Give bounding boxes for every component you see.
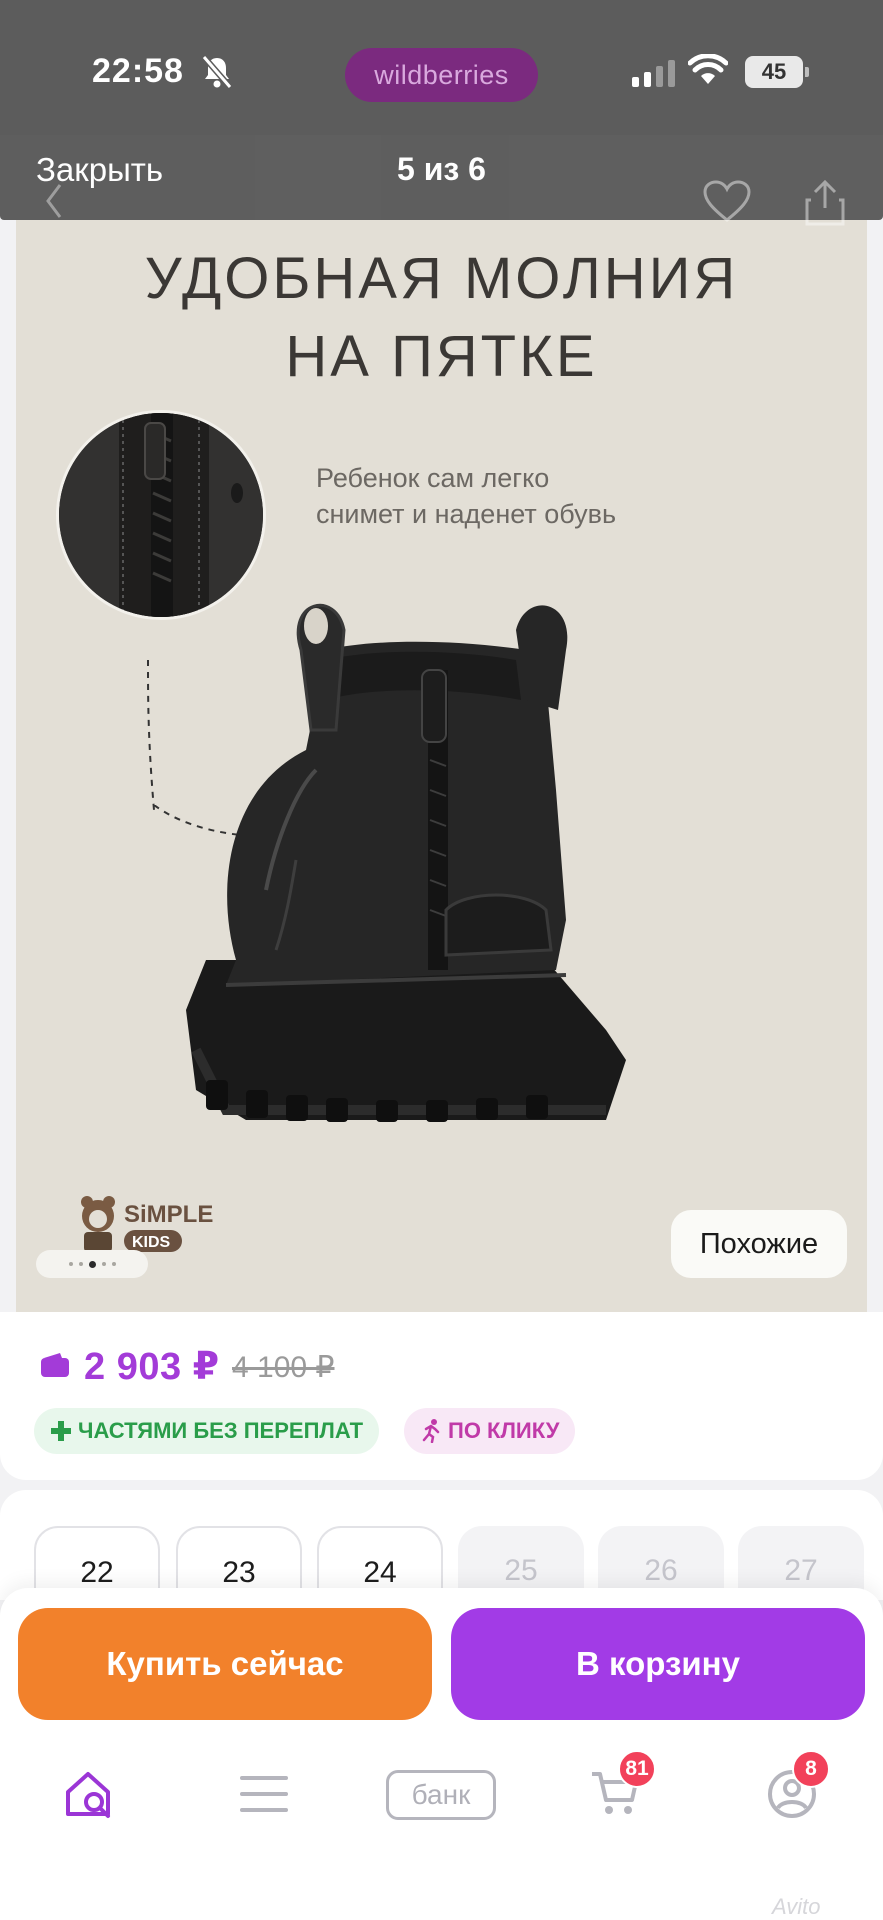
heart-icon[interactable] bbox=[702, 180, 752, 224]
screen: 22:58 wildberries 45 УДОБНАЯ МОЛНИЯ НА П… bbox=[0, 0, 883, 1920]
buy-now-button[interactable]: Купить сейчас bbox=[18, 1608, 432, 1720]
add-to-cart-button[interactable]: В корзину bbox=[451, 1608, 865, 1720]
bank-tab-label: банк bbox=[386, 1770, 496, 1820]
promo-subtitle-line1: Ребенок сам легко bbox=[316, 463, 550, 493]
wallet-icon bbox=[41, 1353, 69, 1377]
price-old: 4 100 ₽ bbox=[232, 1351, 335, 1384]
promo-title-line1: УДОБНАЯ МОЛНИЯ bbox=[144, 246, 739, 311]
size-selector: 22 23 24 25 26 27 bbox=[0, 1490, 883, 1616]
price-current: 2 903 ₽ bbox=[84, 1346, 220, 1388]
watermark: Avito bbox=[772, 1894, 821, 1919]
cart-count-badge: 81 bbox=[618, 1750, 656, 1788]
image-pagination-dots bbox=[36, 1250, 148, 1278]
profile-tab[interactable]: 8 bbox=[766, 1750, 836, 1828]
signal-icon bbox=[632, 60, 675, 87]
zipper-closeup-image bbox=[56, 410, 266, 620]
installments-badge[interactable]: ЧАСТЯМИ БЕЗ ПЕРЕПЛАТ bbox=[34, 1408, 380, 1454]
back-chevron-icon[interactable] bbox=[44, 183, 64, 219]
image-counter-text: 5 из 6 bbox=[397, 151, 486, 187]
share-icon[interactable] bbox=[803, 178, 847, 228]
price-card: 2 903 ₽ 4 100 ₽ ЧАСТЯМИ БЕЗ ПЕРЕПЛАТ ПО … bbox=[0, 1312, 883, 1480]
product-image[interactable]: УДОБНАЯ МОЛНИЯ НА ПЯТКЕ Ребенок сам легк… bbox=[16, 220, 867, 1312]
bell-muted-icon bbox=[201, 55, 233, 89]
status-time: 22:58 bbox=[92, 52, 184, 90]
profile-count-badge: 8 bbox=[792, 1750, 830, 1788]
promo-title: УДОБНАЯ МОЛНИЯ НА ПЯТКЕ bbox=[16, 240, 867, 396]
home-search-icon[interactable] bbox=[64, 1768, 116, 1820]
bottom-action-bar: Купить сейчас В корзину банк 81 8 bbox=[0, 1588, 883, 1920]
one-click-badge[interactable]: ПО КЛИКУ bbox=[404, 1408, 576, 1454]
brand-pill[interactable]: wildberries bbox=[345, 48, 538, 102]
running-icon bbox=[422, 1419, 440, 1443]
bank-tab[interactable]: банк bbox=[386, 1770, 496, 1820]
menu-icon[interactable] bbox=[240, 1774, 288, 1814]
promo-subtitle-line2: снимет и наденет обувь bbox=[316, 499, 617, 529]
logo-text: SiMPLE bbox=[124, 1201, 213, 1228]
dashed-connector bbox=[147, 660, 155, 811]
one-click-badge-label: ПО КЛИКУ bbox=[448, 1418, 560, 1443]
battery-icon: 45 bbox=[745, 56, 809, 88]
logo-badge: KIDS bbox=[132, 1234, 171, 1251]
plus-icon bbox=[51, 1421, 71, 1441]
promo-subtitle: Ребенок сам легко снимет и наденет обувь bbox=[316, 460, 736, 532]
boot-image bbox=[186, 603, 626, 1122]
cart-tab[interactable]: 81 bbox=[590, 1750, 660, 1828]
similar-button[interactable]: Похожие bbox=[671, 1210, 847, 1278]
installments-badge-label: ЧАСТЯМИ БЕЗ ПЕРЕПЛАТ bbox=[78, 1418, 364, 1443]
wifi-icon bbox=[688, 54, 728, 84]
status-bar: 22:58 wildberries 45 bbox=[0, 0, 883, 135]
promo-title-line2: НА ПЯТКЕ bbox=[285, 324, 598, 389]
